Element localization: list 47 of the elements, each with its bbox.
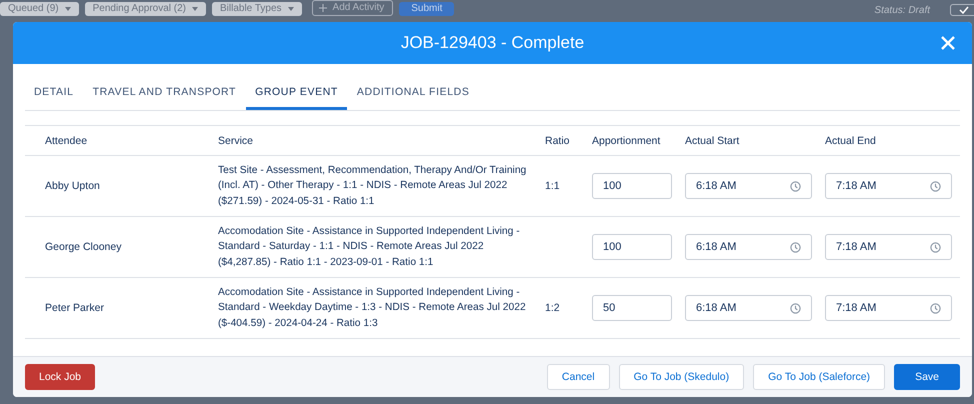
apportionment-field[interactable]: 100: [592, 173, 672, 199]
start-time-field[interactable]: 6:18 AM: [685, 234, 812, 260]
caret-icon: [288, 6, 294, 10]
service-cell-text: Accomodation Site - Assistance in Supported Independent Living - Standard - Weekday Daytime - 1:3 - NDIS - Remote Areas Jul 2022 ($-404.59) - 2024-04-24 - Ratio 1:3: [218, 286, 527, 331]
column-header: Service: [218, 134, 254, 146]
plus-icon: [318, 4, 327, 12]
check-icon: [959, 6, 969, 14]
column-header: Actual End: [825, 134, 877, 146]
clock-icon: [930, 242, 941, 252]
ratio-cell: 1:2: [545, 302, 560, 314]
column-header: Apportionment: [592, 134, 662, 146]
column-header: Ratio: [545, 134, 571, 146]
tab[interactable]: DETAIL: [25, 76, 83, 110]
start-time-field[interactable]: 6:18 AM: [685, 295, 812, 321]
clock-icon: [790, 180, 801, 192]
tab[interactable]: GROUP EVENT: [246, 76, 347, 110]
close-icon[interactable]: [940, 35, 956, 51]
apportionment-field[interactable]: 50: [592, 295, 672, 321]
caret-icon: [192, 6, 198, 10]
status-text: Status: Draft: [874, 5, 930, 16]
service-cell-text: Test Site - Assessment, Recommendation, Therapy And/Or Training (Incl. AT) - Other Therapy - 1:1 - NDIS - Remote Areas Jul 2022 ($271.59) - 2024-05-31 - Ratio 1:1: [218, 164, 528, 209]
apportionment-field[interactable]: 100: [592, 234, 672, 260]
go-to-job-button[interactable]: Go To Job (Skedulo): [618, 364, 744, 390]
clock-icon: [930, 180, 941, 192]
column-header: Actual Start: [685, 134, 740, 146]
start-time-field[interactable]: 6:18 AM: [685, 173, 812, 199]
clock-icon: [930, 302, 941, 314]
end-time-field[interactable]: 7:18 AM: [825, 173, 952, 199]
clock-icon: [790, 302, 801, 314]
tab[interactable]: TRAVEL AND TRANSPORT: [84, 76, 246, 110]
end-time-field[interactable]: 7:18 AM: [825, 234, 952, 260]
tab[interactable]: ADDITIONAL FIELDS: [348, 76, 478, 110]
lock-job-button[interactable]: Lock Job: [25, 364, 96, 390]
modal-title: JOB-129403 - Complete: [400, 33, 584, 53]
service-cell-text: Accomodation Site - Assistance in Supported Independent Living - Standard - Saturday - 1:1 - NDIS - Remote Areas Jul 2022 ($4,287.85) - Ratio 1:1 - 2023-09-01 - Ratio 1:1: [218, 224, 521, 270]
caret-icon: [64, 6, 71, 10]
column-header: Attendee: [45, 134, 88, 146]
save-button[interactable]: Save: [894, 364, 960, 390]
attendee-cell-text: George Clooney: [45, 241, 122, 253]
cancel-button[interactable]: Cancel: [546, 364, 610, 390]
clock-icon: [790, 242, 801, 252]
ratio-cell: 1:1: [545, 180, 560, 192]
check-button[interactable]: [950, 4, 974, 16]
attendee-cell-text: Peter Parker: [45, 302, 105, 314]
attendee-cell-text: Abby Upton: [45, 180, 101, 192]
end-time-field[interactable]: 7:18 AM: [825, 295, 952, 321]
go-to-job-button[interactable]: Go To Job (Saleforce): [753, 364, 886, 390]
